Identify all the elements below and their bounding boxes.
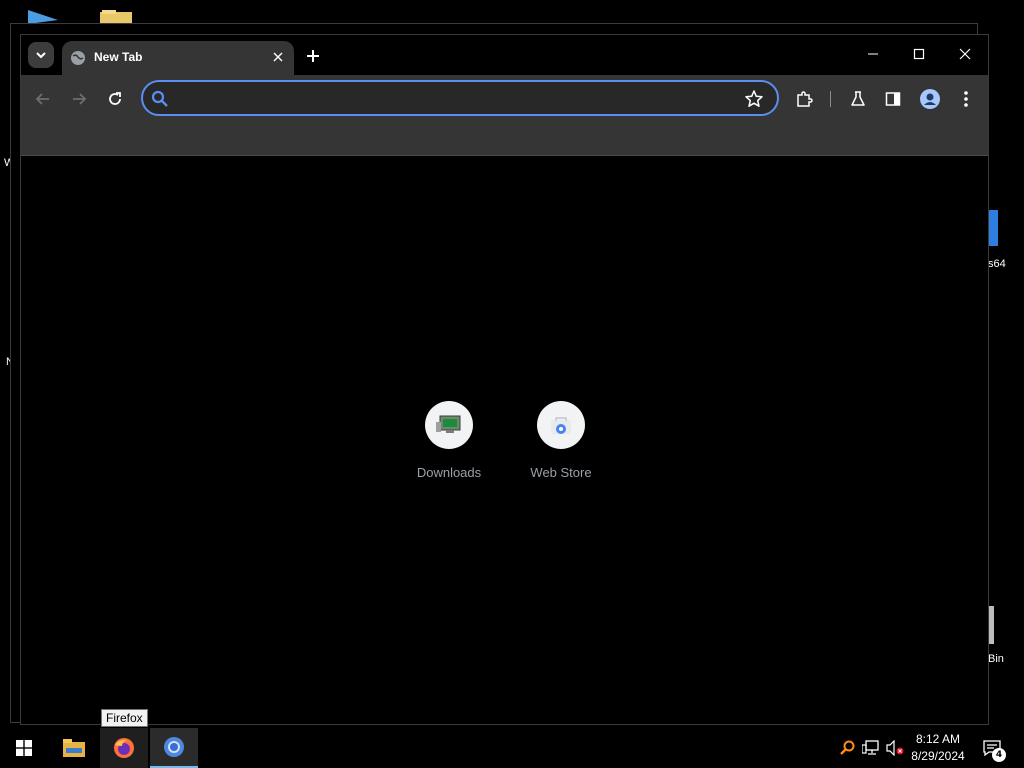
close-icon: [273, 52, 283, 62]
address-bar[interactable]: [141, 80, 779, 116]
forward-button[interactable]: [65, 85, 93, 113]
chevron-down-icon: [36, 52, 46, 59]
plus-icon: [307, 50, 319, 62]
reload-icon: [109, 92, 121, 105]
globe-icon: [71, 51, 85, 65]
desktop-icon-top-left[interactable]: [28, 10, 64, 24]
tray-search-icon[interactable]: [837, 738, 857, 758]
reload-button[interactable]: [101, 85, 129, 113]
desktop-label-bin: Bin: [988, 653, 1004, 665]
tray-network-icon[interactable]: [861, 738, 881, 758]
shortcut-icon-circle: [537, 401, 585, 449]
shortcut-label: Web Store: [530, 465, 592, 480]
puzzle-icon: [797, 91, 813, 107]
tab-search-button[interactable]: [28, 42, 54, 68]
address-input[interactable]: [175, 86, 735, 110]
maximize-icon: [913, 48, 925, 60]
shortcut-label: Downloads: [416, 465, 482, 480]
bookmark-star-icon[interactable]: [744, 89, 764, 109]
chrome-icon: [164, 737, 184, 757]
firefox-tooltip: Firefox: [101, 709, 148, 727]
side-panel-button[interactable]: [879, 85, 907, 113]
menu-button[interactable]: [952, 85, 980, 113]
shortcut-icon-circle: [425, 401, 473, 449]
tray-volume-icon[interactable]: [885, 738, 905, 758]
arrow-left-icon: [35, 93, 49, 105]
avatar-icon: [920, 89, 940, 109]
tab-close-button[interactable]: [269, 48, 287, 66]
notification-count-badge: 4: [992, 748, 1006, 762]
shortcut-downloads[interactable]: Downloads: [399, 401, 499, 491]
network-icon: [862, 740, 879, 755]
clock-time: 8:12 AM: [915, 732, 961, 746]
close-icon: [959, 48, 971, 60]
new-tab-button[interactable]: [301, 44, 325, 68]
firefox-icon: [114, 738, 134, 758]
folder-icon[interactable]: [100, 10, 134, 24]
downloads-shortcut-icon: [436, 415, 461, 433]
arrow-right-icon: [73, 93, 87, 105]
tab-title: New Tab: [94, 50, 143, 64]
start-button[interactable]: [0, 728, 48, 768]
search-icon: [151, 90, 168, 107]
tab-strip: New Tab: [21, 35, 988, 75]
flask-icon: [851, 91, 865, 106]
folder-icon: [63, 739, 85, 757]
volume-muted-icon: [886, 740, 904, 756]
browser-toolbar: [21, 75, 988, 155]
web-store-icon: [551, 417, 571, 434]
taskbar-file-explorer[interactable]: [50, 728, 98, 768]
new-tab-page: Downloads Web Store: [21, 155, 988, 724]
labs-button[interactable]: [844, 85, 872, 113]
taskbar-firefox[interactable]: [100, 728, 148, 768]
close-window-button[interactable]: [942, 39, 988, 69]
shortcut-web-store[interactable]: Web Store: [511, 401, 611, 491]
toolbar-separator: [830, 91, 831, 107]
more-vert-icon: [964, 91, 968, 107]
windows-logo-icon: [16, 740, 32, 756]
tab-new-tab[interactable]: New Tab: [62, 41, 294, 75]
back-button[interactable]: [29, 85, 57, 113]
extensions-button[interactable]: [790, 85, 818, 113]
desktop-label-s64: s64: [988, 258, 1006, 270]
minimize-icon: [868, 53, 878, 55]
taskbar-chrome[interactable]: [150, 728, 198, 768]
profile-button[interactable]: [916, 85, 944, 113]
clock-date: 8/29/2024: [911, 749, 965, 763]
minimize-button[interactable]: [850, 39, 896, 69]
maximize-button[interactable]: [896, 39, 942, 69]
browser-window: New Tab Downloads Web Store: [20, 34, 989, 725]
magnifier-icon: [840, 740, 855, 755]
side-panel-icon: [885, 92, 901, 106]
system-clock[interactable]: 8:12 AM 8/29/2024: [905, 731, 971, 765]
